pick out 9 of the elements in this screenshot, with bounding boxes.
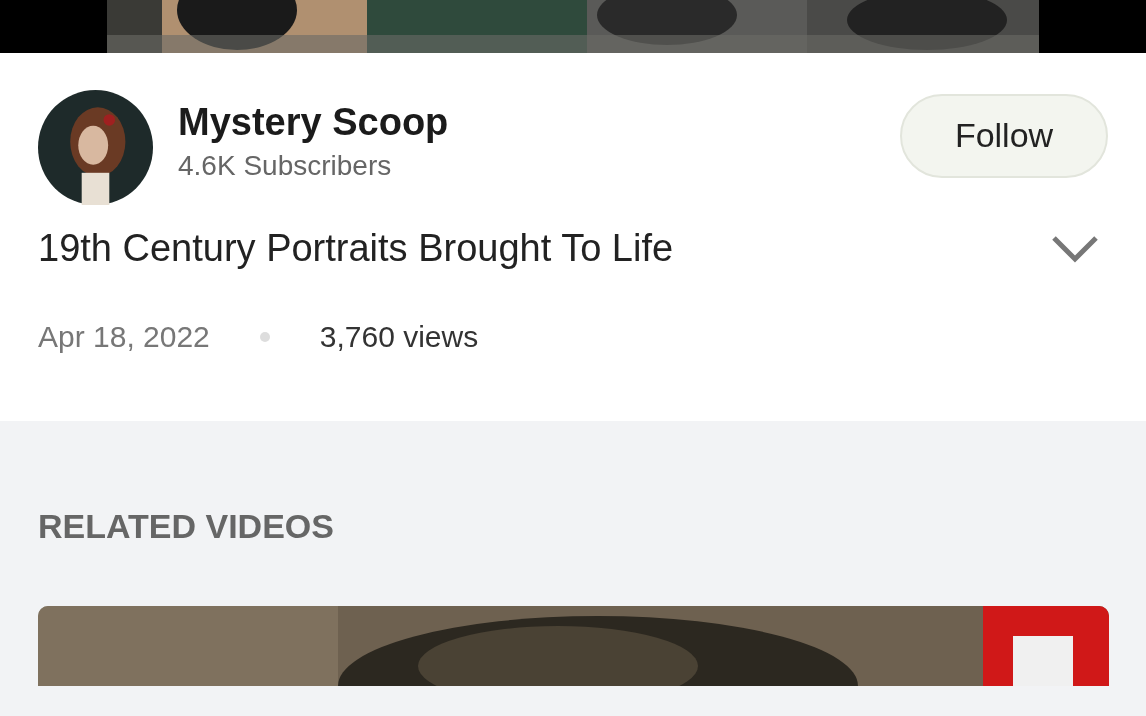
chevron-icon[interactable] [1050,233,1100,264]
channel-name[interactable]: Mystery Scoop [178,101,875,144]
section-heading: RELATED VIDEOS [38,507,335,546]
upload-date: Apr 18, 2022 [38,320,210,354]
video-title: 19th Century Portraits Brought To Life [38,227,674,270]
separator-dot [259,332,270,342]
view-count: 3,760 views [319,320,479,354]
follow-button[interactable]: Follow [900,93,1108,178]
subscriber-count: 4.6K Subscribers [178,150,393,182]
